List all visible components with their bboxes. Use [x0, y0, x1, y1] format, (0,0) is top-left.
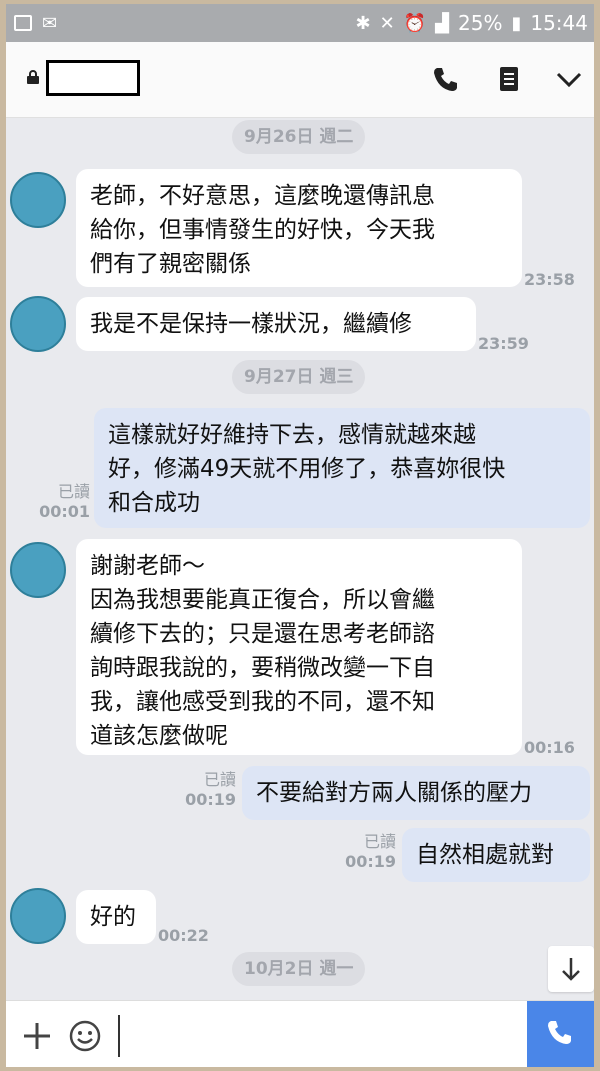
message-bubble-outgoing[interactable]: 自然相處就對 — [402, 828, 590, 882]
message-list[interactable]: 9月26日 週二 老師，不好意思，這麼晚還傳訊息 給你，但事情發生的好快，今天我… — [6, 118, 594, 1000]
read-receipt: 已讀 — [203, 770, 236, 789]
scroll-to-bottom-button[interactable] — [548, 946, 594, 992]
memo-icon[interactable] — [494, 64, 524, 94]
message-meta: 已讀 00:01 — [38, 482, 90, 522]
phone-icon[interactable] — [430, 64, 460, 94]
avatar[interactable] — [10, 888, 66, 944]
read-receipt: 已讀 — [363, 832, 396, 851]
message-bubble-outgoing[interactable]: 這樣就好好維持下去，感情就越來越 好，修滿49天就不用修了，恭喜妳很快 和合成功 — [94, 408, 590, 528]
avatar[interactable] — [10, 172, 66, 228]
message-bubble-incoming[interactable]: 好的 — [76, 890, 156, 944]
message-input[interactable] — [118, 1015, 120, 1057]
alarm-icon: ⏰ — [403, 12, 427, 34]
date-separator: 9月26日 週二 — [232, 120, 366, 154]
signal-icon: ▟ — [435, 12, 449, 34]
date-separator: 10月2日 週一 — [232, 952, 366, 986]
status-bar: ✉ ✱ ✕ ⏰ ▟ 25% ▮ 15:44 — [6, 4, 594, 42]
read-receipt: 已讀 — [57, 482, 90, 501]
message-time: 00:01 — [39, 502, 90, 521]
contact-name[interactable] — [46, 60, 140, 96]
lock-icon — [27, 70, 39, 84]
avatar[interactable] — [10, 542, 66, 598]
message-time: 00:16 — [524, 738, 575, 757]
message-time: 00:22 — [158, 926, 209, 945]
image-notification-icon — [14, 15, 32, 31]
message-time: 00:19 — [185, 790, 236, 809]
message-input-bar — [6, 1000, 594, 1067]
chevron-down-icon[interactable] — [554, 64, 584, 94]
battery-percentage: 25% — [458, 11, 503, 35]
message-bubble-incoming[interactable]: 老師，不好意思，這麼晚還傳訊息 給你，但事情發生的好快，今天我 們有了親密關係 — [76, 169, 522, 287]
call-button[interactable] — [527, 1001, 594, 1067]
avatar[interactable] — [10, 296, 66, 352]
message-bubble-incoming[interactable]: 我是不是保持一樣狀況，繼續修 — [76, 297, 476, 351]
message-time: 00:19 — [345, 852, 396, 871]
message-time: 23:59 — [478, 334, 529, 353]
message-time: 23:58 — [524, 270, 575, 289]
plus-icon[interactable] — [20, 1019, 54, 1053]
bluetooth-icon: ✱ — [355, 12, 371, 34]
call-icon — [548, 1021, 571, 1044]
clock: 15:44 — [530, 11, 588, 35]
mail-notification-icon: ✉ — [42, 12, 58, 34]
chat-screen: ✉ ✱ ✕ ⏰ ▟ 25% ▮ 15:44 9月26日 週二 老師，不好意思，這… — [6, 4, 594, 1067]
emoji-icon[interactable] — [68, 1019, 102, 1053]
mute-icon: ✕ — [379, 12, 395, 34]
date-separator: 9月27日 週三 — [232, 360, 366, 394]
arrow-down-icon — [562, 958, 580, 981]
message-meta: 已讀 00:19 — [342, 832, 396, 872]
chat-header — [6, 42, 594, 118]
message-meta: 已讀 00:19 — [182, 770, 236, 810]
battery-icon: ▮ — [511, 12, 522, 34]
message-bubble-outgoing[interactable]: 不要給對方兩人關係的壓力 — [242, 766, 590, 820]
message-bubble-incoming[interactable]: 謝謝老師～ 因為我想要能真正復合，所以會繼 續修下去的；只是還在思考老師諮 詢時… — [76, 539, 522, 755]
